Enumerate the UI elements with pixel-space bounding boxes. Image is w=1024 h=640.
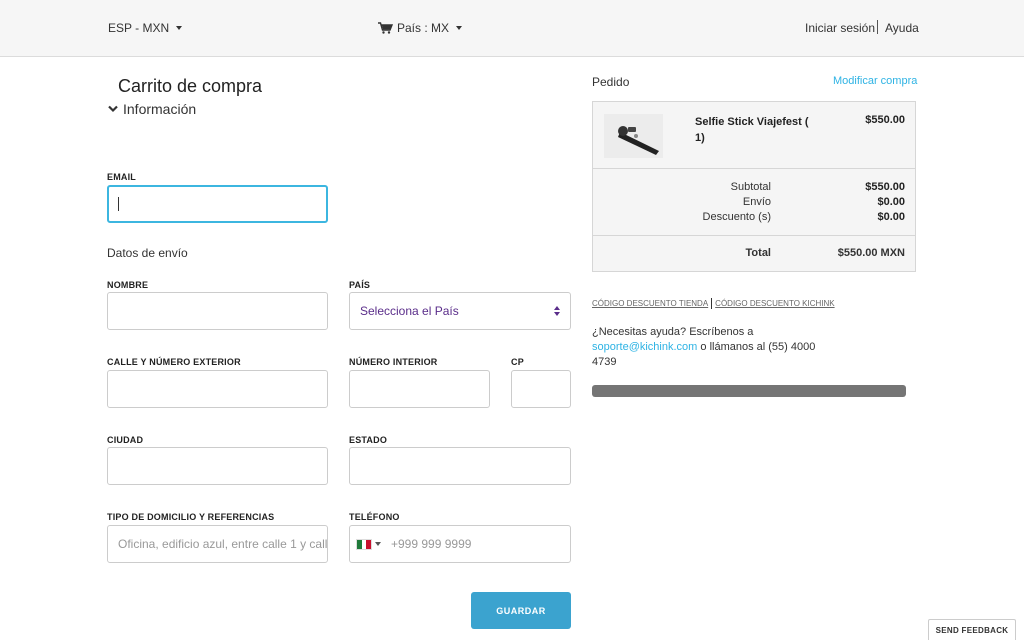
support-email-link[interactable]: soporte@kichink.com	[592, 341, 697, 353]
chevron-down-icon	[108, 105, 118, 113]
nombre-label: NOMBRE	[107, 280, 149, 290]
email-field[interactable]	[107, 185, 328, 223]
info-section-toggle[interactable]: Información	[108, 101, 196, 117]
divider	[711, 298, 713, 309]
language-currency-label: ESP - MXN	[108, 21, 170, 35]
grey-bar	[592, 385, 906, 397]
help-prefix: ¿Necesitas ayuda? Escríbenos a	[592, 326, 754, 338]
help-link[interactable]: Ayuda	[885, 21, 919, 35]
domicilio-field[interactable]: Oficina, edificio azul, entre calle 1 y …	[107, 525, 328, 563]
discount-codes: CÓDIGO DESCUENTO TIENDA CÓDIGO DESCUENTO…	[592, 298, 835, 309]
order-title: Pedido	[592, 75, 630, 89]
subtotal-label: Subtotal	[730, 181, 771, 193]
text-cursor	[118, 197, 119, 211]
total-value: $550.00 MXN	[837, 247, 905, 259]
interior-field[interactable]	[349, 370, 490, 408]
calle-label: CALLE Y NÚMERO EXTERIOR	[107, 357, 241, 367]
product-name: Selfie Stick Viajefest ( 1)	[695, 116, 809, 144]
cart-icon	[378, 22, 393, 34]
section-label: Información	[123, 101, 197, 117]
help-text: ¿Necesitas ayuda? Escríbenos a soporte@k…	[592, 325, 824, 370]
store-discount-link[interactable]: CÓDIGO DESCUENTO TIENDA	[592, 299, 708, 308]
page-title: Carrito de compra	[118, 76, 263, 96]
telefono-label: TELÉFONO	[349, 512, 400, 522]
totals-block: Subtotal $550.00 Envío $0.00 Descuento (…	[593, 169, 915, 236]
subtotal-value: $550.00	[865, 181, 905, 193]
telefono-placeholder: +999 999 9999	[391, 537, 472, 551]
caret-down-icon	[375, 542, 381, 546]
product-image	[604, 114, 663, 158]
country-label: País : MX	[397, 21, 450, 35]
kichink-discount-link[interactable]: CÓDIGO DESCUENTO KICHINK	[715, 299, 834, 308]
descuento-row: Descuento (s) $0.00	[593, 211, 915, 226]
cp-field[interactable]	[511, 370, 571, 408]
divider	[877, 20, 878, 34]
pais-selected-value: Selecciona el País	[360, 304, 459, 318]
telefono-field[interactable]: +999 999 9999	[349, 525, 571, 563]
descuento-label: Descuento (s)	[702, 211, 771, 223]
descuento-value: $0.00	[877, 211, 905, 223]
selfie-stick-image	[604, 114, 663, 158]
estado-label: ESTADO	[349, 435, 388, 445]
nombre-field[interactable]	[107, 292, 328, 330]
domicilio-label: TIPO DE DOMICILIO Y REFERENCIAS	[107, 512, 275, 522]
estado-field[interactable]	[349, 447, 571, 485]
interior-label: NÚMERO INTERIOR	[349, 357, 438, 367]
envio-row: Envío $0.00	[593, 196, 915, 211]
cp-label: CP	[511, 357, 524, 367]
caret-down-icon	[456, 26, 463, 30]
language-currency-dropdown[interactable]: ESP - MXN	[108, 21, 183, 35]
envio-value: $0.00	[877, 196, 905, 208]
product-price: $550.00	[865, 114, 905, 126]
send-feedback-button[interactable]: SEND FEEDBACK	[928, 619, 1016, 640]
ciudad-field[interactable]	[107, 447, 328, 485]
select-arrows-icon	[554, 306, 560, 316]
login-link[interactable]: Iniciar sesión	[805, 21, 875, 35]
domicilio-placeholder: Oficina, edificio azul, entre calle 1 y …	[118, 537, 328, 551]
ciudad-label: CIUDAD	[107, 435, 144, 445]
order-summary: Selfie Stick Viajefest ( 1) $550.00 Subt…	[592, 101, 916, 272]
top-bar: ESP - MXN País : MX Iniciar sesión Ayuda	[0, 0, 1024, 57]
mexico-flag-icon[interactable]	[356, 538, 372, 550]
pais-label: PAÍS	[349, 280, 371, 290]
email-label: EMAIL	[107, 172, 136, 182]
envio-label: Envío	[742, 196, 771, 208]
total-label: Total	[745, 247, 771, 259]
save-button[interactable]: GUARDAR	[471, 592, 571, 629]
pais-select[interactable]: Selecciona el País	[349, 292, 571, 330]
modify-order-link[interactable]: Modificar compra	[833, 75, 917, 87]
calle-field[interactable]	[107, 370, 328, 408]
caret-down-icon	[176, 26, 183, 30]
product-row: Selfie Stick Viajefest ( 1) $550.00	[593, 102, 915, 169]
shipping-heading: Datos de envío	[107, 246, 188, 260]
subtotal-row: Subtotal $550.00	[593, 181, 915, 196]
country-dropdown[interactable]: País : MX	[378, 21, 463, 35]
